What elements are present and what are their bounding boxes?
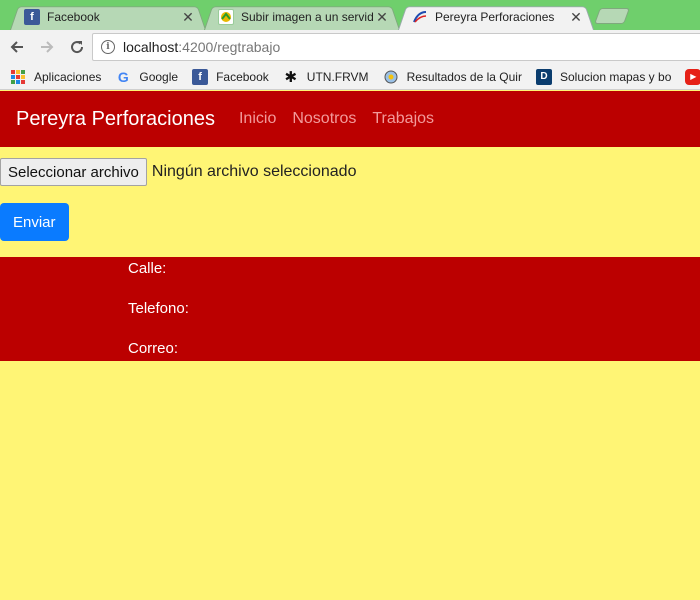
- url-path: :4200/regtrabajo: [178, 39, 281, 55]
- site-navbar: Pereyra Perforaciones Inicio Nosotros Tr…: [0, 91, 700, 147]
- new-tab-button[interactable]: [594, 8, 630, 24]
- browser-toolbar: i localhost:4200/regtrabajo: [0, 30, 700, 64]
- bookmark-label: Aplicaciones: [34, 69, 102, 84]
- footer-calle: Calle:: [128, 260, 167, 277]
- file-status-text: Ningún archivo seleccionado: [151, 163, 357, 180]
- footer-telefono: Telefono:: [128, 300, 189, 317]
- info-icon[interactable]: i: [101, 40, 115, 54]
- reload-icon[interactable]: [64, 34, 90, 60]
- url-host: localhost: [123, 39, 179, 55]
- tab-pereyra-perforaciones[interactable]: Pereyra Perforaciones ✕: [398, 4, 594, 30]
- close-icon[interactable]: ✕: [568, 9, 584, 26]
- choose-file-button[interactable]: Seleccionar archivo: [0, 158, 147, 186]
- bookmark-utn[interactable]: ✱ UTN.FRVM: [283, 68, 369, 86]
- bookmark-label: Facebook: [216, 69, 269, 84]
- bookmark-label: Google: [139, 69, 179, 84]
- tab-subir-imagen[interactable]: Subir imagen a un servid ✕: [204, 4, 400, 30]
- ubiquity-icon: [218, 9, 234, 25]
- brand-title[interactable]: Pereyra Perforaciones: [16, 108, 215, 131]
- bookmarks-bar: Aplicaciones G Google f Facebook ✱ UTN.F…: [0, 64, 700, 90]
- bookmark-resultados[interactable]: Resultados de la Quir: [383, 69, 522, 85]
- youtube-icon: ▶: [685, 68, 700, 85]
- bookmark-label: Resultados de la Quir: [406, 69, 522, 84]
- facebook-icon: f: [24, 9, 40, 25]
- forward-arrow-icon[interactable]: [34, 34, 60, 60]
- close-icon[interactable]: ✕: [180, 9, 196, 26]
- bookmark-google[interactable]: G Google: [115, 69, 178, 85]
- apps-icon: [10, 69, 26, 85]
- tab-facebook[interactable]: f Facebook ✕: [10, 4, 206, 30]
- close-icon[interactable]: ✕: [374, 9, 390, 26]
- back-arrow-icon[interactable]: [4, 34, 30, 60]
- utn-icon: ✱: [284, 68, 298, 86]
- nav-link-inicio[interactable]: Inicio: [239, 110, 276, 128]
- facebook-icon: f: [192, 68, 209, 85]
- dictionary-icon: D: [535, 68, 552, 85]
- tab-title: Pereyra Perforaciones: [435, 10, 555, 24]
- nav-link-nosotros[interactable]: Nosotros: [292, 110, 356, 128]
- lottery-icon: [383, 69, 399, 85]
- bookmark-facebook[interactable]: f Facebook: [192, 68, 269, 85]
- tab-strip: f Facebook ✕ Subir imagen a un servid ✕ …: [0, 0, 700, 30]
- google-icon: G: [117, 68, 129, 85]
- bookmark-label: UTN.FRVM: [306, 69, 369, 84]
- site-icon: [412, 9, 428, 25]
- tab-title: Subir imagen a un servid: [241, 10, 374, 24]
- tab-title: Facebook: [47, 10, 100, 24]
- bookmark-solucion[interactable]: D Solucion mapas y bo: [535, 68, 672, 85]
- file-input: Seleccionar archivo Ningún archivo selec…: [0, 158, 356, 186]
- submit-button[interactable]: Enviar: [0, 203, 69, 241]
- footer-correo: Correo:: [128, 340, 179, 357]
- bookmark-aplicaciones[interactable]: Aplicaciones: [10, 69, 101, 85]
- nav-link-trabajos[interactable]: Trabajos: [372, 110, 434, 128]
- contact-footer: Calle: Telefono: Correo:: [0, 257, 700, 361]
- address-bar[interactable]: i localhost:4200/regtrabajo: [92, 33, 700, 61]
- bookmark-youtube[interactable]: ▶ Ja: [685, 68, 700, 85]
- bookmark-label: Solucion mapas y bo: [559, 69, 672, 84]
